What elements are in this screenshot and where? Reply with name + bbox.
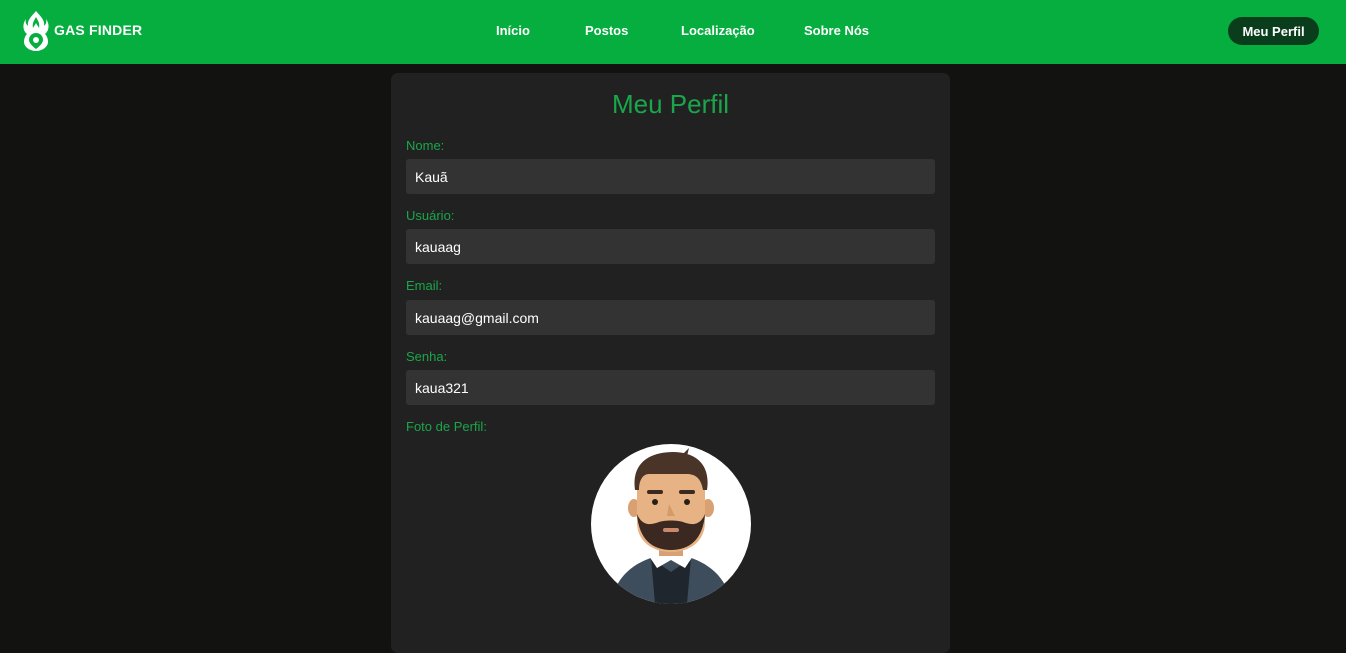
nav-link-localizacao[interactable]: Localização bbox=[681, 23, 755, 38]
senha-label: Senha: bbox=[406, 349, 448, 364]
top-navbar: GAS FINDER Início Postos Localização Sob… bbox=[0, 0, 1346, 64]
profile-card: Meu Perfil Nome: Usuário: Email: Senha: … bbox=[391, 73, 950, 653]
usuario-input[interactable] bbox=[406, 229, 935, 264]
profile-button[interactable]: Meu Perfil bbox=[1228, 17, 1319, 45]
senha-input[interactable] bbox=[406, 370, 935, 405]
brand-name: GAS FINDER bbox=[54, 22, 143, 38]
avatar-illustration bbox=[611, 448, 731, 604]
avatar[interactable] bbox=[591, 444, 751, 604]
nav-link-postos[interactable]: Postos bbox=[585, 23, 628, 38]
page-title: Meu Perfil bbox=[611, 89, 730, 119]
nav-link-sobre[interactable]: Sobre Nós bbox=[804, 23, 869, 38]
usuario-label: Usuário: bbox=[406, 208, 455, 223]
nome-input[interactable] bbox=[406, 159, 935, 194]
email-input[interactable] bbox=[406, 300, 935, 335]
nav-link-inicio[interactable]: Início bbox=[496, 23, 530, 38]
brand-logo[interactable]: GAS FINDER bbox=[22, 8, 142, 52]
flame-pin-icon bbox=[23, 11, 49, 51]
nome-label: Nome: bbox=[406, 138, 445, 153]
email-label: Email: bbox=[406, 278, 443, 293]
foto-label: Foto de Perfil: bbox=[406, 419, 487, 434]
